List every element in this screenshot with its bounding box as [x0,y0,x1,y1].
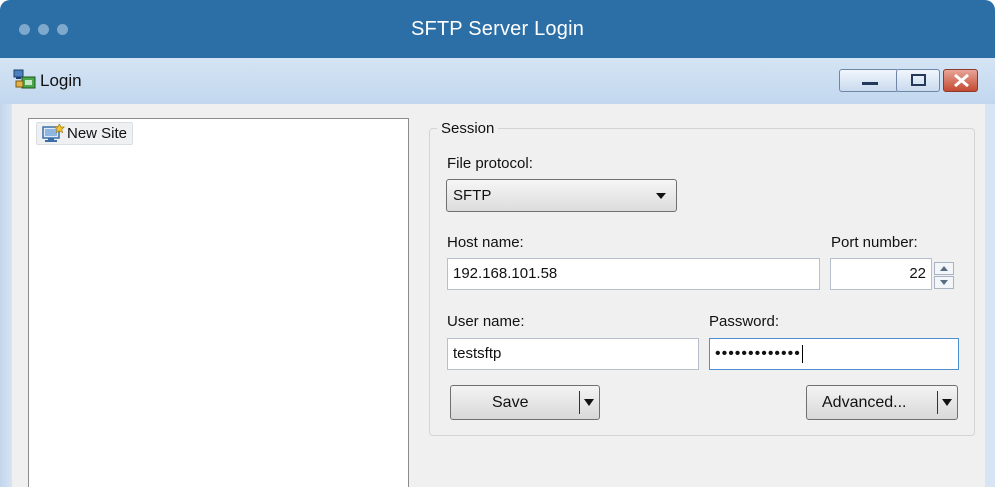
site-item-new-site[interactable]: New Site [36,122,134,145]
port-number-value: 22 [909,265,926,282]
save-dropdown-arrow-icon[interactable] [584,399,594,406]
maximize-icon [897,70,939,91]
port-number-label: Port number: [831,234,918,251]
arrow-up-icon [940,266,948,271]
close-button[interactable] [943,69,978,92]
minimize-button[interactable] [839,69,899,92]
user-name-value: testsftp [453,345,502,362]
maximize-button[interactable] [896,69,940,92]
window-left-border [0,104,12,487]
password-input[interactable]: ••••••••••••• [709,338,959,370]
file-protocol-value: SFTP [453,187,492,204]
login-sites-icon [13,68,37,90]
file-protocol-label: File protocol: [447,155,533,172]
port-number-input[interactable]: 22 [830,258,932,290]
save-button[interactable]: Save [450,385,600,420]
host-name-value: 192.168.101.58 [453,265,558,282]
window-title: Login [40,71,82,90]
user-name-input[interactable]: testsftp [447,338,699,370]
save-button-label: Save [492,394,529,411]
spin-down-button[interactable] [934,276,954,289]
chevron-down-icon [656,193,666,199]
minimize-icon [840,70,898,91]
password-label: Password: [709,313,780,330]
window-right-border [985,104,995,487]
spin-up-button[interactable] [934,262,954,275]
new-site-computer-icon [41,123,65,144]
advanced-button-label: Advanced... [822,394,907,411]
password-masked-value: ••••••••••••• [715,345,801,362]
port-number-spinner[interactable] [934,262,954,289]
user-name-label: User name: [447,313,525,330]
button-separator [937,391,938,414]
host-name-label: Host name: [447,234,524,251]
app-header: SFTP Server Login [0,0,995,58]
arrow-down-icon [940,280,948,285]
text-caret [801,345,803,364]
session-group-label: Session [437,120,499,137]
advanced-dropdown-arrow-icon[interactable] [942,399,952,406]
close-icon [944,70,977,91]
host-name-input[interactable]: 192.168.101.58 [447,258,820,290]
file-protocol-select[interactable]: SFTP [446,179,677,212]
button-separator [579,391,580,414]
site-item-label: New Site [67,125,128,142]
app-title: SFTP Server Login [410,18,585,40]
advanced-button[interactable]: Advanced... [806,385,958,420]
site-tree[interactable] [28,118,409,487]
